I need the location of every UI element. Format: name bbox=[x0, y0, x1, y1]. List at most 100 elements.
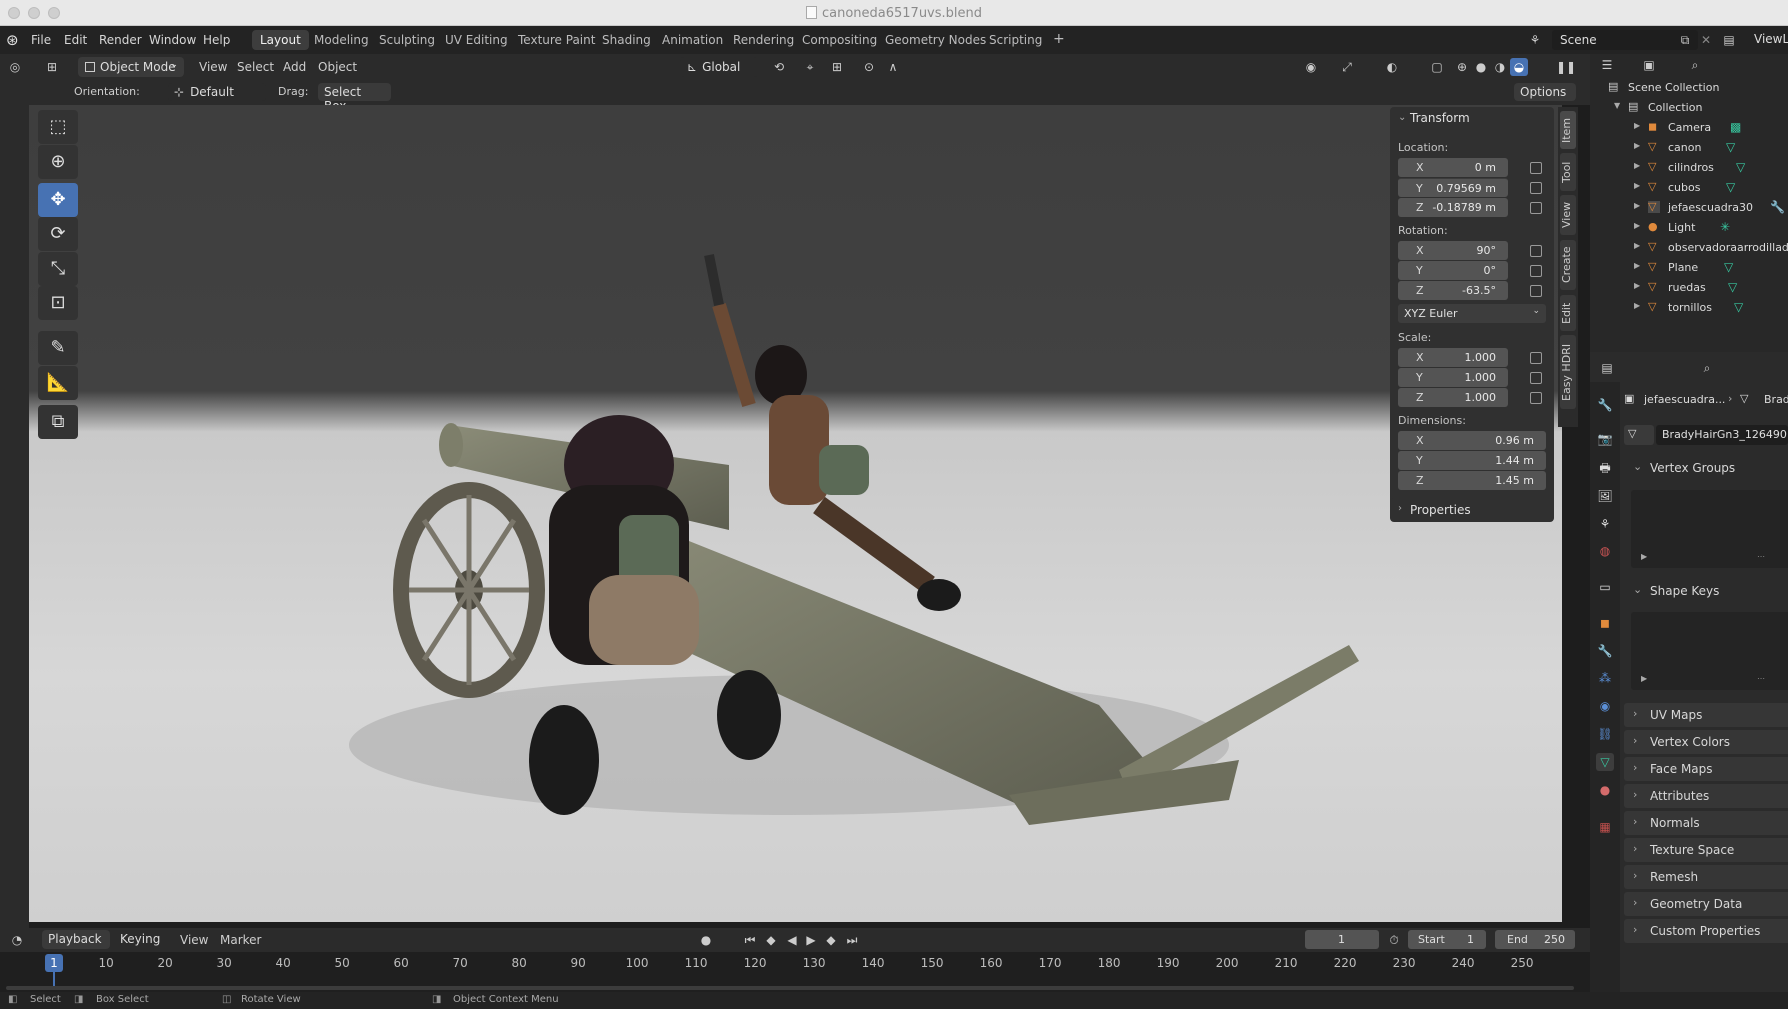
options-dropdown[interactable]: Options bbox=[1514, 83, 1576, 101]
search-icon[interactable]: ⌕ bbox=[1698, 359, 1716, 377]
material-properties-icon[interactable]: ● bbox=[1596, 781, 1614, 799]
expand-arrow-icon[interactable]: ▶ bbox=[1634, 301, 1640, 310]
view-layer-icon[interactable]: ▤ bbox=[1720, 31, 1738, 49]
select-box-tool[interactable]: ⬚ bbox=[38, 110, 78, 144]
lock-icon[interactable] bbox=[1530, 245, 1542, 257]
section-face-maps[interactable]: › Face Maps bbox=[1624, 757, 1788, 781]
snap-icon[interactable]: ⌖ bbox=[801, 58, 819, 76]
particle-properties-icon[interactable]: ⁂ bbox=[1596, 669, 1614, 687]
breadcrumb-data[interactable]: Brad bbox=[1764, 393, 1788, 406]
dimension-z-field[interactable]: Z 1.45 m bbox=[1398, 471, 1546, 490]
tab-item[interactable]: Item bbox=[1560, 111, 1576, 149]
tab-tool[interactable]: Tool bbox=[1560, 153, 1576, 191]
tab-sculpting[interactable]: Sculpting bbox=[371, 30, 443, 50]
keying-menu[interactable]: Keying bbox=[114, 930, 170, 949]
light-data-icon[interactable]: ✳ bbox=[1720, 220, 1730, 234]
outliner-item[interactable]: ▶ ▽ Plane ▽ bbox=[1590, 258, 1788, 278]
mesh-name-field[interactable]: BradyHairGn3_126490 bbox=[1656, 425, 1788, 445]
world-properties-icon[interactable]: ◍ bbox=[1596, 542, 1614, 560]
tab-layout[interactable]: Layout bbox=[252, 30, 309, 50]
tab-compositing[interactable]: Compositing bbox=[794, 30, 885, 50]
tab-geometry-nodes[interactable]: Geometry Nodes bbox=[877, 30, 994, 50]
menu-window[interactable]: Window bbox=[149, 33, 196, 47]
modifier-properties-icon[interactable]: 🔧 bbox=[1596, 642, 1614, 660]
tab-easy-hdri[interactable]: Easy HDRI bbox=[1560, 335, 1576, 409]
outliner-item[interactable]: ▶ ● Light ✳ bbox=[1590, 218, 1788, 238]
rotate-tool[interactable]: ⟳ bbox=[38, 217, 78, 251]
vertex-groups-list[interactable]: ▶ ⋯ bbox=[1631, 490, 1788, 568]
wireframe-shading-icon[interactable]: ⊕ bbox=[1453, 58, 1471, 76]
dimension-y-field[interactable]: Y 1.44 m bbox=[1398, 451, 1546, 470]
end-frame-field[interactable]: End 250 bbox=[1495, 930, 1575, 949]
location-y-field[interactable]: Y 0.79569 m bbox=[1398, 178, 1508, 197]
scene-properties-icon[interactable]: ⚘ bbox=[1596, 515, 1614, 533]
section-normals[interactable]: › Normals bbox=[1624, 811, 1788, 835]
tab-shading[interactable]: Shading bbox=[594, 30, 659, 50]
breadcrumb-object[interactable]: jefaescuadra... bbox=[1644, 393, 1725, 406]
move-tool[interactable]: ✥ bbox=[38, 183, 78, 217]
lock-icon[interactable] bbox=[1530, 392, 1542, 404]
mesh-data-properties-icon[interactable]: ▽ bbox=[1596, 753, 1614, 771]
transform-orientation-dropdown[interactable]: ⊾ Global bbox=[680, 57, 758, 77]
lock-icon[interactable] bbox=[1530, 285, 1542, 297]
annotate-tool[interactable]: ✎ bbox=[38, 331, 78, 365]
rotation-x-field[interactable]: X 90° bbox=[1398, 241, 1508, 260]
object-mode-dropdown[interactable]: Object Mode ⌄ bbox=[78, 57, 184, 77]
scale-x-field[interactable]: X 1.000 bbox=[1398, 348, 1508, 367]
tab-modeling[interactable]: Modeling bbox=[306, 30, 377, 50]
outliner-item[interactable]: ▶ ◼ Camera ▩ bbox=[1590, 118, 1788, 138]
lock-icon[interactable] bbox=[1530, 265, 1542, 277]
section-remesh[interactable]: › Remesh bbox=[1624, 865, 1788, 889]
editor-type-icon[interactable]: ◎ bbox=[6, 58, 24, 76]
expand-arrow-icon[interactable]: ▶ bbox=[1634, 121, 1640, 130]
lock-icon[interactable] bbox=[1530, 182, 1542, 194]
scene-collection-row[interactable]: ▤ Scene Collection bbox=[1590, 78, 1788, 98]
material-shading-icon[interactable]: ◑ bbox=[1491, 58, 1509, 76]
expand-arrow-icon[interactable]: ▶ bbox=[1634, 221, 1640, 230]
outliner-item[interactable]: ▶ ▽ ruedas ▽ bbox=[1590, 278, 1788, 298]
section-uv-maps[interactable]: › UV Maps bbox=[1624, 703, 1788, 727]
pause-render-icon[interactable]: ❚❚ bbox=[1556, 58, 1576, 76]
constraint-properties-icon[interactable]: ⛓ bbox=[1596, 725, 1614, 743]
timeline-scrollbar[interactable] bbox=[6, 986, 1574, 990]
list-expand-icon[interactable]: ▶ bbox=[1641, 552, 1647, 561]
camera-data-icon[interactable]: ▩ bbox=[1730, 120, 1741, 134]
lock-icon[interactable] bbox=[1530, 202, 1542, 214]
playback-menu[interactable]: Playback bbox=[42, 930, 110, 949]
expand-arrow-icon[interactable]: ▶ bbox=[1634, 241, 1640, 250]
properties-editor-type-icon[interactable]: ▤ bbox=[1598, 359, 1616, 377]
menu-edit[interactable]: Edit bbox=[64, 33, 87, 47]
mesh-data-icon[interactable]: ▽ bbox=[1726, 140, 1735, 154]
tab-texture-paint[interactable]: Texture Paint bbox=[510, 30, 603, 50]
start-frame-field[interactable]: Start 1 bbox=[1408, 930, 1486, 949]
play-icon[interactable]: ▶ bbox=[802, 931, 820, 949]
jump-end-icon[interactable]: ⏭ bbox=[843, 931, 861, 949]
timeline-view-menu[interactable]: View bbox=[180, 933, 208, 947]
record-icon[interactable]: ● bbox=[697, 931, 715, 949]
outliner-item[interactable]: ▶ ▽ canon ▽ bbox=[1590, 138, 1788, 158]
timeline-editor-type-icon[interactable]: ◔ bbox=[8, 931, 26, 949]
rotation-z-field[interactable]: Z -63.5° bbox=[1398, 281, 1508, 300]
transform-tool-icon[interactable]: ⊞ bbox=[43, 58, 61, 76]
location-z-field[interactable]: Z -0.18789 m bbox=[1398, 198, 1508, 217]
add-workspace-button[interactable]: + bbox=[1045, 28, 1073, 48]
xray-icon[interactable]: ▢ bbox=[1428, 58, 1446, 76]
view-layer-name[interactable]: ViewL bbox=[1754, 32, 1788, 46]
falloff-icon[interactable]: ∧ bbox=[884, 58, 902, 76]
jump-start-icon[interactable]: ⏮ bbox=[741, 931, 759, 949]
outliner-item[interactable]: ▶ ▽ cilindros ▽ bbox=[1590, 158, 1788, 178]
mesh-data-icon[interactable]: ▽ bbox=[1736, 160, 1745, 174]
outliner-filter-icon[interactable]: ▣ bbox=[1640, 56, 1658, 74]
collection-properties-icon[interactable]: ▭ bbox=[1596, 578, 1614, 596]
rotation-y-field[interactable]: Y 0° bbox=[1398, 261, 1508, 280]
outliner-item[interactable]: ▶ ▽ jefaescuadra30 🔧 bbox=[1590, 198, 1788, 218]
view-layer-properties-icon[interactable]: 🖼 bbox=[1596, 487, 1614, 505]
mesh-data-icon[interactable]: ▽ bbox=[1728, 280, 1737, 294]
tab-scripting[interactable]: Scripting bbox=[981, 30, 1050, 50]
mesh-data-icon[interactable]: ▽ bbox=[1734, 300, 1743, 314]
snap-target-icon[interactable]: ⊞ bbox=[828, 58, 846, 76]
timeline-marker-menu[interactable]: Marker bbox=[220, 933, 261, 947]
search-icon[interactable]: ⌕ bbox=[1686, 56, 1704, 74]
cursor-tool[interactable]: ⊕ bbox=[38, 145, 78, 179]
scale-tool[interactable]: ⤡ bbox=[38, 252, 78, 286]
